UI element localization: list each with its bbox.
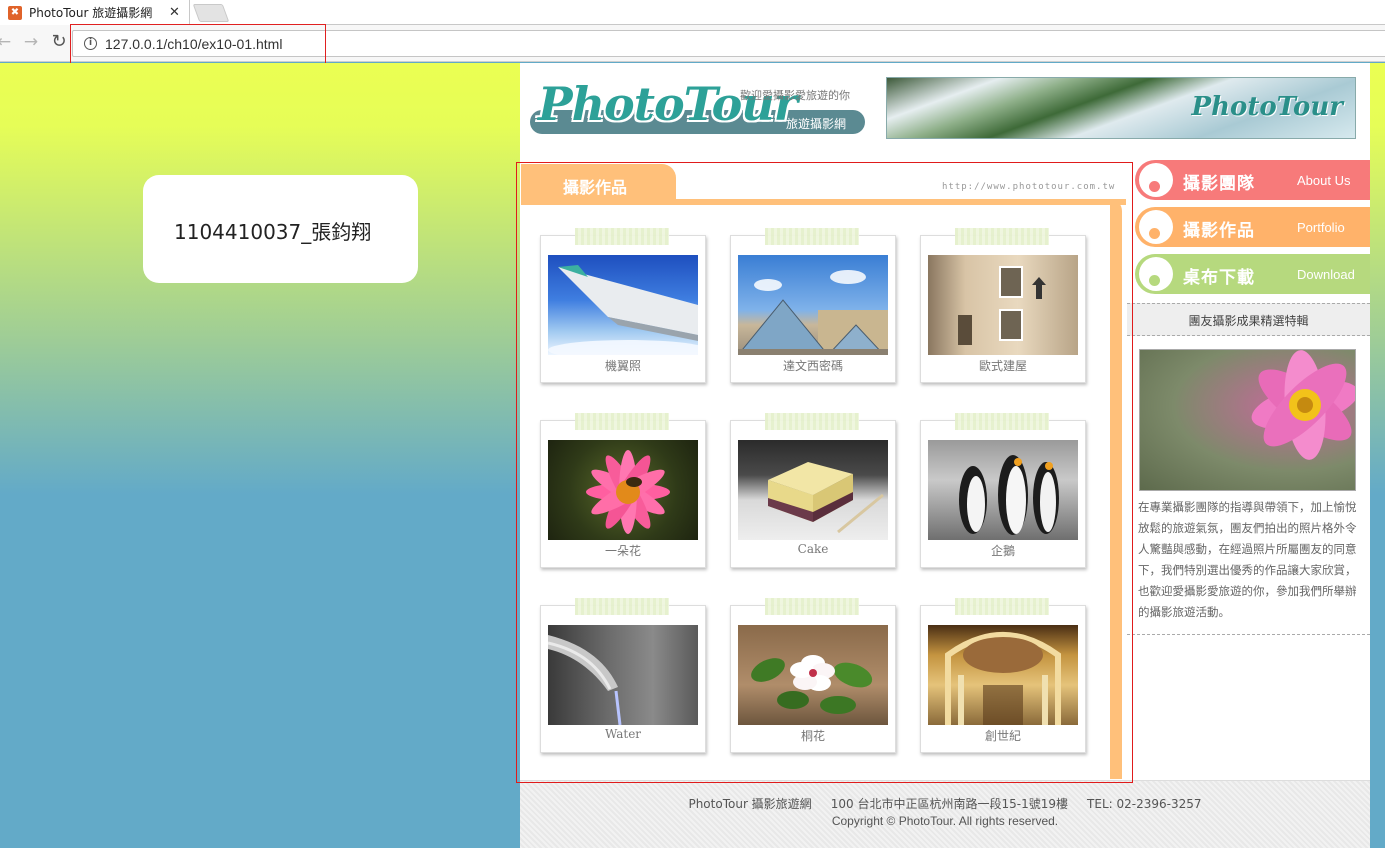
browser-tabstrip: ✖ PhotoTour 旅遊攝影網 ✕: [0, 0, 1385, 25]
site-logo[interactable]: PhotoTour 歡迎愛攝影愛旅遊的你 旅遊攝影網: [530, 75, 870, 145]
menu-dot-icon: [1149, 181, 1160, 192]
menu-dot-icon: [1149, 275, 1160, 286]
menu-download[interactable]: 桌布下載 Download: [1135, 254, 1370, 294]
menu-label-en: Portfolio: [1297, 220, 1345, 235]
menu-circle-icon: [1139, 257, 1173, 291]
logo-slogan: 歡迎愛攝影愛旅遊的你: [740, 89, 850, 102]
tab-title: PhotoTour 旅遊攝影網: [29, 6, 153, 20]
logo-text: PhotoTour: [538, 77, 798, 131]
header-banner-image: PhotoTour: [886, 77, 1356, 139]
forward-arrow-icon[interactable]: →: [21, 32, 41, 52]
menu-circle-icon: [1139, 163, 1173, 197]
new-tab-button[interactable]: [192, 4, 230, 22]
close-icon[interactable]: ✕: [169, 5, 180, 20]
menu-label-zh: 攝影團隊: [1183, 174, 1255, 194]
menu-label-zh: 桌布下載: [1183, 268, 1255, 288]
site-footer: PhotoTour 攝影旅遊網 100 台北市中正區杭州南路一段15-1號19樓…: [520, 780, 1370, 848]
feature-description: 在專業攝影團隊的指導與帶領下，加上愉悅放鬆的旅遊氣氛，團友們拍出的照片格外令人驚…: [1138, 500, 1357, 619]
feature-heading: 團友攝影成果精選特輯: [1127, 303, 1370, 336]
footer-copyright: Copyright © PhotoTour. All rights reserv…: [831, 814, 1059, 828]
url-highlight-box: [70, 24, 326, 65]
feature-title: 團友攝影成果精選特輯: [1188, 314, 1309, 328]
footer-contact: PhotoTour 攝影旅遊網 100 台北市中正區杭州南路一段15-1號19樓…: [688, 797, 1202, 811]
menu-label-zh: 攝影作品: [1183, 221, 1255, 241]
feature-divider: [1127, 634, 1370, 635]
reload-icon[interactable]: ↻: [49, 31, 69, 52]
menu-dot-icon: [1149, 228, 1160, 239]
cosmos-flower-shape: [1251, 350, 1355, 460]
menu-about-us[interactable]: 攝影團隊 About Us: [1135, 160, 1370, 200]
menu-label-en: About Us: [1297, 173, 1351, 188]
banner-logo: PhotoTour: [1191, 92, 1343, 122]
back-arrow-icon[interactable]: ←: [0, 32, 14, 52]
feature-flower-image: [1139, 349, 1356, 491]
student-name: 1104410037_張鈞翔: [174, 220, 372, 244]
menu-circle-icon: [1139, 210, 1173, 244]
logo-subtitle: 旅遊攝影網: [786, 117, 847, 131]
menu-label-en: Download: [1297, 267, 1355, 282]
content-highlight-box: [516, 162, 1133, 783]
menu-portfolio[interactable]: 攝影作品 Portfolio: [1135, 207, 1370, 247]
browser-tab[interactable]: ✖ PhotoTour 旅遊攝影網 ✕: [0, 0, 190, 25]
student-name-card: 1104410037_張鈞翔: [143, 175, 418, 283]
xampp-favicon-icon: ✖: [8, 5, 22, 20]
